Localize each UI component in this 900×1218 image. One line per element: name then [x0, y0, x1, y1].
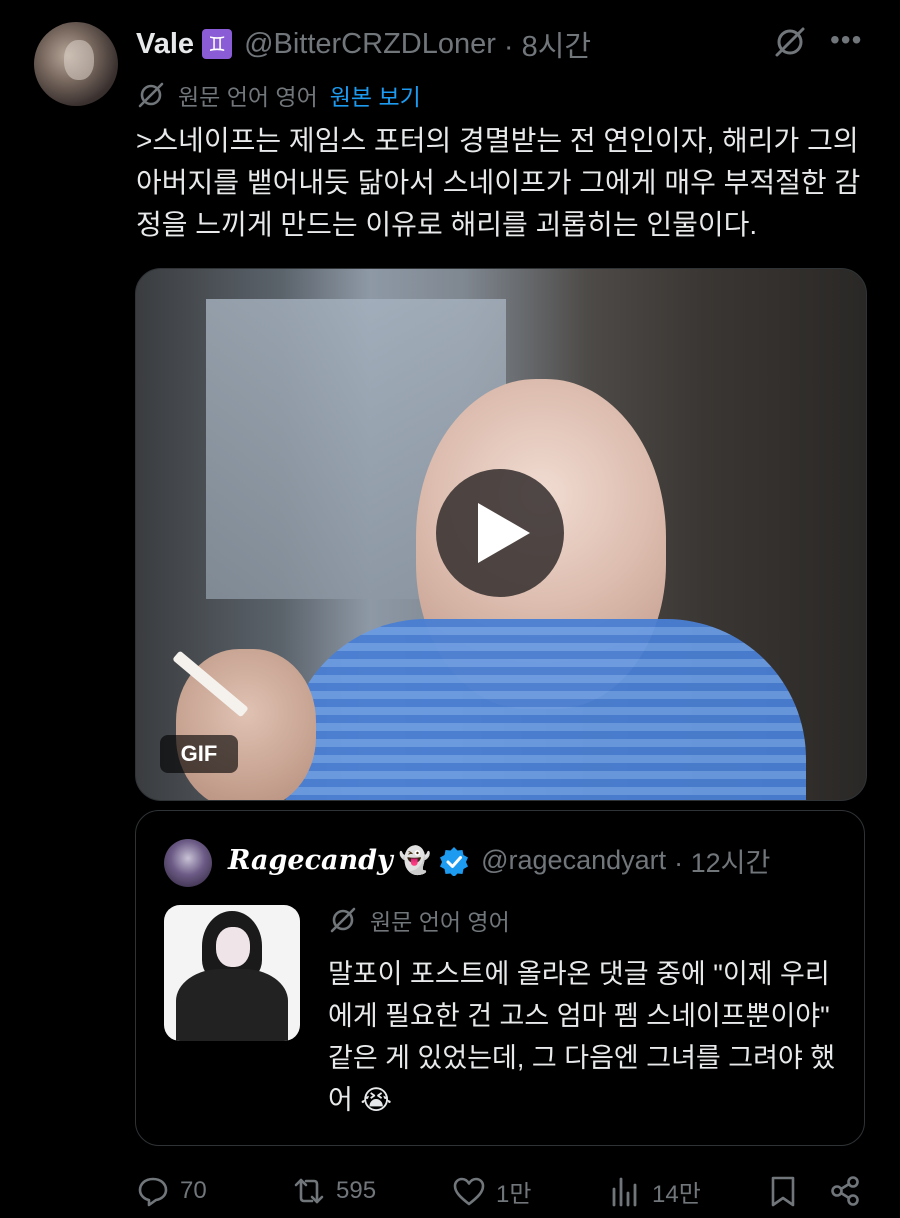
slashed-circle-icon[interactable]	[772, 24, 808, 60]
author-name[interactable]: Vale	[136, 28, 194, 61]
quote-text: 말포이 포스트에 올라온 댓글 중에 "이제 우리에게 필요한 건 고스 엄마 …	[328, 959, 836, 1115]
like-count: 1만	[496, 1181, 532, 1208]
share-icon	[831, 1176, 859, 1206]
media-shirt	[286, 619, 806, 800]
reply-icon	[138, 1177, 168, 1207]
tweet-text: >스네이프는 제임스 포터의 경멸받는 전 연인이자, 해리가 그의 아버지를 …	[136, 125, 861, 240]
more-icon[interactable]: •••	[830, 26, 862, 54]
quote-header: Ragecandy 👻 @ragecandyart · 12시간	[228, 841, 770, 880]
author-avatar[interactable]	[34, 22, 118, 106]
gemini-badge: ♊	[202, 29, 233, 59]
views-icon	[612, 1177, 637, 1206]
bookmark-button[interactable]	[766, 1174, 810, 1208]
tweet-time[interactable]: · 8시간	[504, 23, 591, 65]
reply-button[interactable]: 70	[136, 1174, 207, 1208]
ghost-emoji: 👻	[398, 845, 432, 875]
quote-time[interactable]: · 12시간	[674, 841, 770, 880]
views-count: 14만	[652, 1181, 701, 1208]
heart-icon	[453, 1177, 485, 1205]
quote-translation-label: 원문 언어 영어	[370, 909, 510, 935]
quote-translation-line: 원문 언어 영어	[328, 903, 510, 937]
translation-line: 원문 언어 영어 원본 보기	[136, 78, 421, 112]
reply-count: 70	[180, 1177, 207, 1204]
views-button[interactable]: 14만	[608, 1174, 701, 1209]
quote-thumbnail[interactable]	[164, 905, 300, 1041]
slashed-circle-icon	[138, 82, 164, 108]
play-button[interactable]	[436, 469, 564, 597]
tweet-header: Vale ♊ @BitterCRZDLoner · 8시간	[136, 24, 591, 64]
thumb-body	[176, 969, 288, 1041]
slashed-circle-icon	[330, 907, 356, 933]
quoted-tweet[interactable]: Ragecandy 👻 @ragecandyart · 12시간 원문 언어 영…	[135, 810, 865, 1146]
play-icon	[478, 503, 530, 563]
repost-button[interactable]: 595	[292, 1174, 376, 1208]
repost-icon	[294, 1178, 324, 1204]
verified-badge-icon	[440, 846, 469, 876]
share-button[interactable]	[828, 1174, 872, 1208]
like-button[interactable]: 1만	[452, 1174, 531, 1209]
gif-badge: GIF	[160, 735, 238, 773]
quote-author-avatar[interactable]	[164, 839, 212, 887]
bookmark-icon	[771, 1176, 795, 1207]
action-bar: 70 595 1만 14만	[0, 1162, 900, 1218]
quote-author-name[interactable]: Ragecandy	[228, 845, 393, 876]
tweet-media-gif[interactable]: GIF	[135, 268, 867, 801]
repost-count: 595	[336, 1177, 377, 1204]
quote-author-handle[interactable]: @ragecandyart	[481, 845, 666, 876]
view-original-link[interactable]: 원본 보기	[330, 78, 421, 112]
author-handle[interactable]: @BitterCRZDLoner	[244, 28, 496, 61]
translation-label: 원문 언어 영어	[178, 84, 318, 110]
thumb-face	[216, 927, 250, 967]
